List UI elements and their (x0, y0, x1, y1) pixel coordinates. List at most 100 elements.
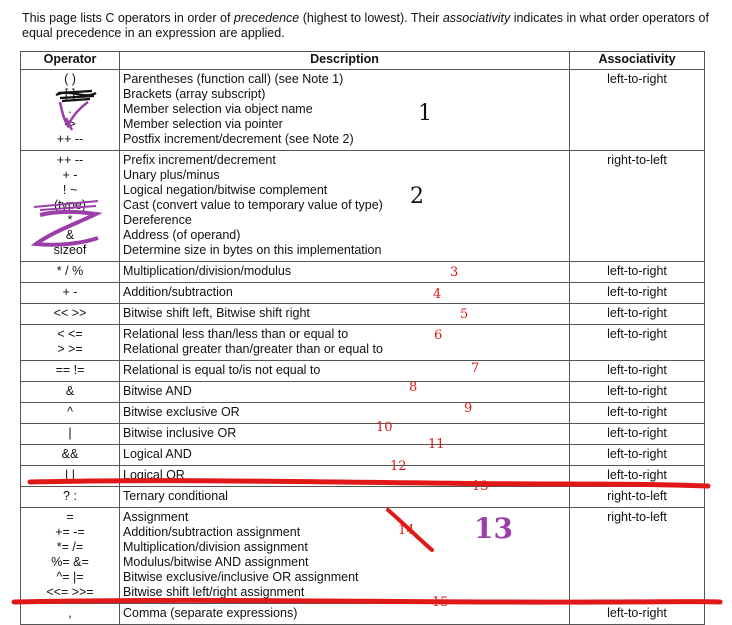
description-line: Determine size in bytes on this implemen… (123, 243, 382, 257)
operator-symbol: , (68, 606, 72, 620)
description-line: Address (of operand) (123, 228, 241, 242)
description-cell: Logical OR (119, 465, 570, 487)
operator-symbol: = (66, 510, 74, 524)
description-line: Logical AND (123, 447, 192, 461)
description-line: Bitwise shift left, Bitwise shift right (123, 306, 310, 320)
description-line: Prefix increment/decrement (123, 153, 276, 167)
operator-symbol: ( ) (64, 72, 76, 86)
operator-cell: ++ -- + -! ~ (type) * & sizeof (20, 150, 120, 262)
operator-symbol: <<= >>= (46, 585, 94, 599)
associativity-cell: right-to-left (569, 150, 705, 262)
description-cell: Addition/subtraction (119, 282, 570, 304)
associativity-cell: left-to-right (569, 465, 705, 487)
description-line: Bitwise exclusive/inclusive OR assignmen… (123, 570, 359, 584)
operator-symbol: += -= (55, 525, 85, 539)
operator-cell: | | (20, 465, 120, 487)
description-cell: Relational less than/less than or equal … (119, 324, 570, 361)
operator-cell: << >> (20, 303, 120, 325)
description-cell: Assignment Addition/subtraction assignmen… (119, 507, 570, 604)
associativity-cell: left-to-right (569, 444, 705, 466)
description-cell: Ternary conditional (119, 486, 570, 508)
description-line: Assignment (123, 510, 189, 524)
operator-cell: == != (20, 360, 120, 382)
intro-paragraph: This page lists C operators in order of … (22, 11, 722, 41)
operator-symbol: & (65, 228, 75, 242)
operator-symbol: && (61, 447, 79, 461)
operator-cell: | (20, 423, 120, 445)
operator-symbol: ^= |= (56, 570, 84, 584)
operator-symbol: | (68, 426, 72, 440)
operator-symbol: [ ] (64, 87, 76, 101)
description-line: Multiplication/division assignment (123, 540, 308, 554)
description-line: Ternary conditional (123, 489, 228, 503)
description-line: Logical OR (123, 468, 185, 482)
operator-symbol: == != (55, 363, 85, 377)
description-line: Parentheses (function call) (see Note 1) (123, 72, 344, 86)
operator-symbol: sizeof (53, 243, 87, 257)
operator-precedence-table: Operator Description Associativity ( )[ … (20, 51, 705, 625)
description-line: Relational greater than/greater than or … (123, 342, 383, 356)
operator-cell: * / % (20, 261, 120, 283)
operator-cell: , (20, 603, 120, 625)
table-row: ^ Bitwise exclusive OR left-to-right (20, 402, 705, 424)
operator-symbol: ? : (63, 489, 77, 503)
operator-symbol: ^ (67, 405, 73, 419)
operator-symbol: . (68, 102, 72, 116)
table-row: = += -= *= /= %= &= ^= |= <<= >>= Assignment Ad… (20, 507, 705, 604)
table-row: == != Relational is equal to/is not equal… (20, 360, 705, 382)
description-cell: Parentheses (function call) (see Note 1)… (119, 69, 570, 151)
intro-text-2: (highest to lowest). Their (299, 11, 443, 25)
table-header-row: Operator Description Associativity (20, 51, 705, 70)
operator-cell: = += -= *= /= %= &= ^= |= <<= >>= (20, 507, 120, 604)
operator-symbol: << >> (53, 306, 87, 320)
table-row: , Comma (separate expressions) left-to-rig… (20, 603, 705, 625)
associativity-cell: left-to-right (569, 261, 705, 283)
associativity-cell: left-to-right (569, 360, 705, 382)
table-row: * / % Multiplication/division/modulus left… (20, 261, 705, 283)
description-line: Unary plus/minus (123, 168, 220, 182)
operator-symbol: %= &= (51, 555, 89, 569)
description-cell: Comma (separate expressions) (119, 603, 570, 625)
header-description: Description (119, 51, 570, 70)
operator-symbol: (type) (54, 198, 86, 212)
associativity-cell: left-to-right (569, 303, 705, 325)
description-line: Relational less than/less than or equal … (123, 327, 349, 341)
description-line: Member selection via pointer (123, 117, 283, 131)
operator-symbol: > >= (57, 342, 83, 356)
description-line: Postfix increment/decrement (see Note 2) (123, 132, 354, 146)
associativity-cell: left-to-right (569, 381, 705, 403)
table-row: & Bitwise AND left-to-right (20, 381, 705, 403)
description-line: Comma (separate expressions) (123, 606, 298, 620)
operator-cell: & (20, 381, 120, 403)
description-line: Modulus/bitwise AND assignment (123, 555, 309, 569)
description-line: Bitwise inclusive OR (123, 426, 237, 440)
associativity-cell: left-to-right (569, 402, 705, 424)
table-row: | | Logical OR left-to-right (20, 465, 705, 487)
associativity-cell: right-to-left (569, 507, 705, 604)
table-row: && Logical AND left-to-right (20, 444, 705, 466)
associativity-cell: left-to-right (569, 423, 705, 445)
description-cell: Logical AND (119, 444, 570, 466)
description-line: Bitwise shift left/right assignment (123, 585, 305, 599)
operator-symbol: < <= (57, 327, 83, 341)
description-cell: Bitwise inclusive OR (119, 423, 570, 445)
operator-symbol: * (67, 213, 73, 227)
operator-symbol: ! ~ (62, 183, 78, 197)
table-row: + - Addition/subtraction left-to-right (20, 282, 705, 304)
description-line: Logical negation/bitwise complement (123, 183, 328, 197)
operator-cell: ^ (20, 402, 120, 424)
operator-symbol: | | (65, 468, 75, 482)
table-row: ? : Ternary conditional right-to-left (20, 486, 705, 508)
description-line: Addition/subtraction (123, 285, 233, 299)
operator-cell: && (20, 444, 120, 466)
operator-symbol: * / % (56, 264, 84, 278)
operator-cell: ( )[ ]. -> ++ -- (20, 69, 120, 151)
description-cell: Relational is equal to/is not equal to (119, 360, 570, 382)
description-cell: Bitwise exclusive OR (119, 402, 570, 424)
description-cell: Prefix increment/decrement Unary plus/min… (119, 150, 570, 262)
intro-em-associativity: associativity (442, 11, 511, 25)
operator-symbol: & (65, 384, 75, 398)
description-line: Brackets (array subscript) (123, 87, 266, 101)
operator-symbol: -> (64, 117, 76, 131)
description-line: Addition/subtraction assignment (123, 525, 301, 539)
